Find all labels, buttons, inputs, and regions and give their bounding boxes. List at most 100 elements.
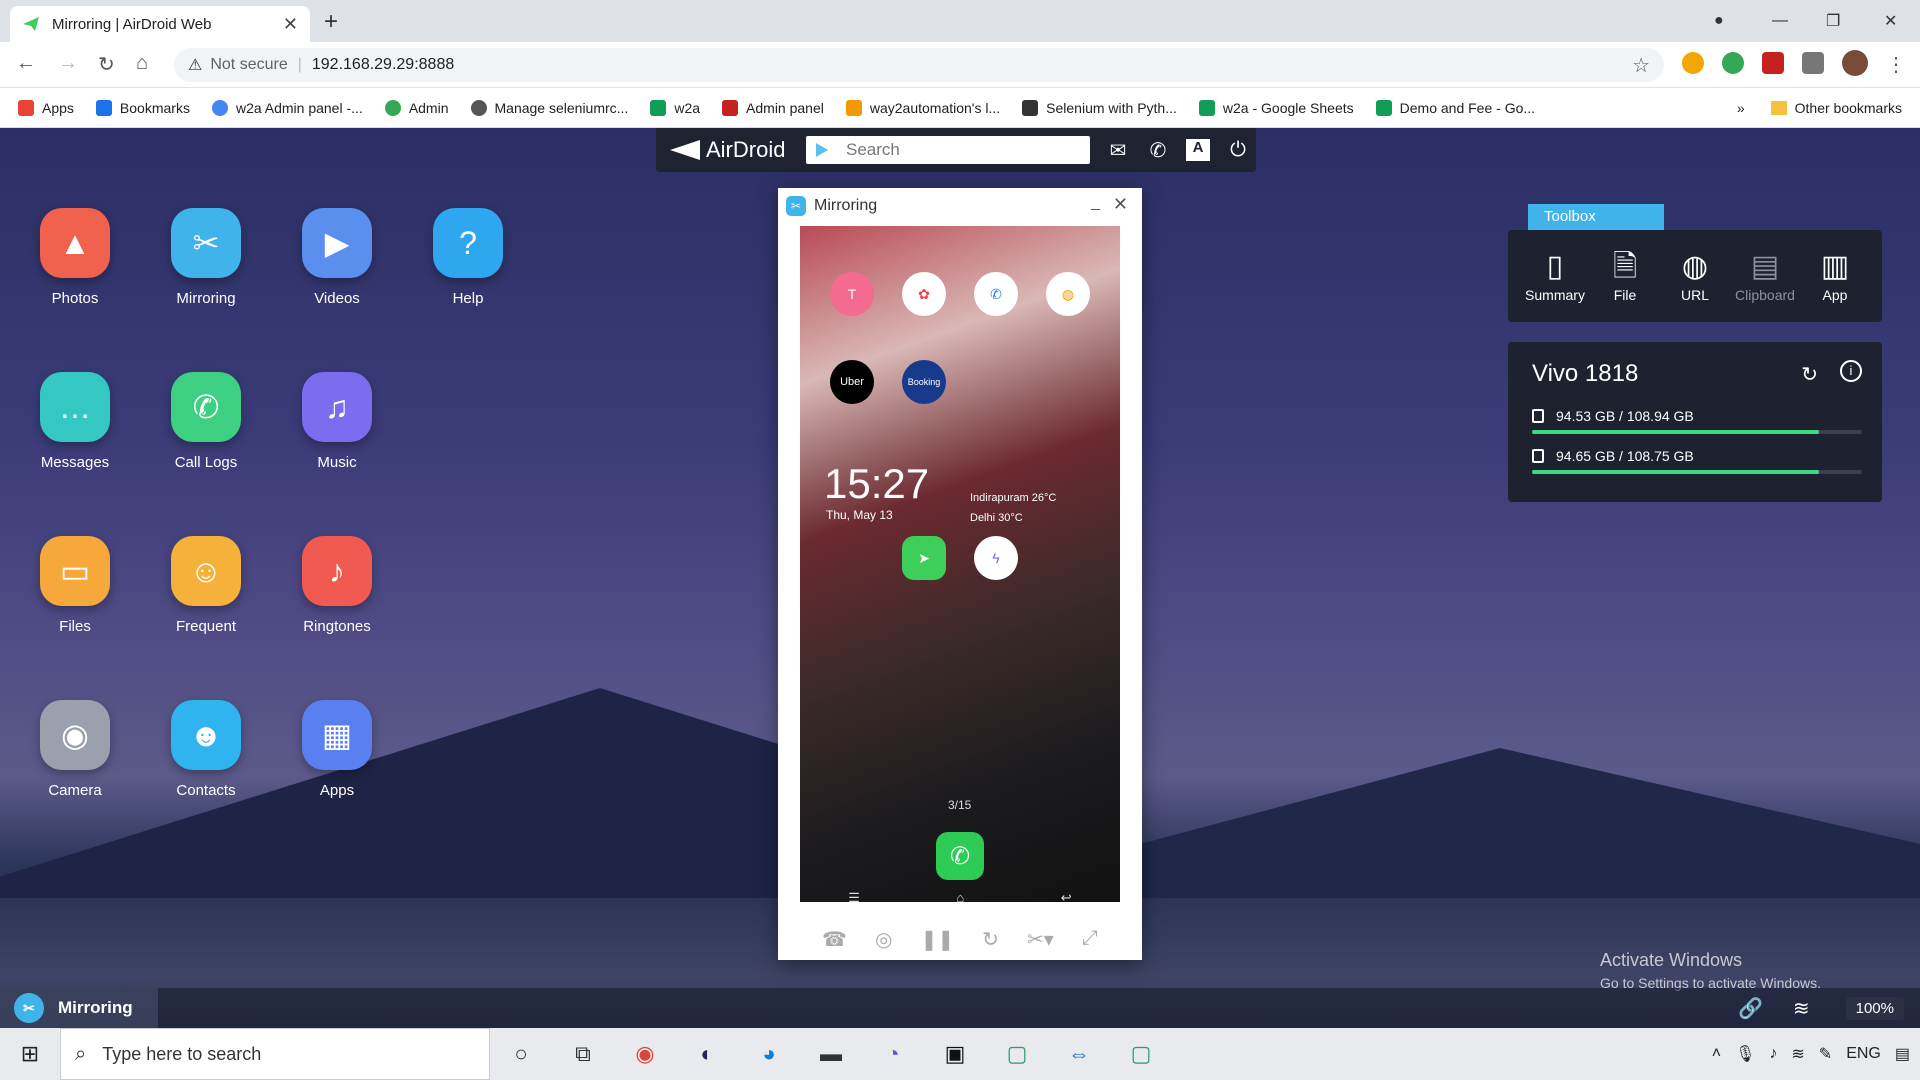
app-files[interactable]: ▭ Files [20, 536, 130, 635]
task-view-icon[interactable]: ⧉ [552, 1041, 614, 1067]
messenger-icon[interactable]: ϟ [974, 536, 1018, 580]
app-call-logs[interactable]: ✆ Call Logs [151, 372, 261, 471]
edge-icon[interactable]: ◕ [738, 1041, 800, 1067]
tips-icon[interactable]: T [830, 272, 874, 316]
browser-tab[interactable]: Mirroring | AirDroid Web ✕ [10, 6, 310, 42]
bookmark-item[interactable]: Selenium with Pyth... [1022, 99, 1177, 116]
terminal-icon[interactable]: ▬ [800, 1041, 862, 1067]
new-tab-button[interactable]: + [324, 8, 338, 36]
teamviewer-icon[interactable]: ⇔ [1048, 1041, 1110, 1067]
app-apps[interactable]: ▦ Apps [282, 700, 392, 799]
airdroid-app-icon[interactable]: ➤ [902, 536, 946, 580]
bookmark-item[interactable]: way2automation's l... [845, 99, 1000, 116]
camtasia-recorder-icon[interactable]: ▢ [1110, 1041, 1172, 1067]
app-videos[interactable]: ▶ Videos [282, 208, 392, 307]
toolbox-file[interactable]: 🗎 File [1594, 249, 1656, 303]
minimize-button[interactable]: _ [1091, 194, 1100, 212]
screenshot-scissors-icon[interactable]: ✂▾ [1027, 927, 1054, 952]
app-camera[interactable]: ◉ Camera [20, 700, 130, 799]
bookmark-item[interactable]: w2a - Google Sheets [1198, 99, 1354, 116]
power-icon[interactable]: ⏻ [1226, 139, 1250, 162]
app-messages[interactable]: … Messages [20, 372, 130, 471]
bookmark-item[interactable]: Admin panel [722, 99, 824, 116]
fullscreen-icon[interactable]: ⤢ [1082, 927, 1098, 952]
cortana-icon[interactable]: ○ [490, 1041, 552, 1067]
profile-menu-icon[interactable]: ● [1714, 0, 1724, 42]
extensions-puzzle-icon[interactable] [1802, 52, 1824, 74]
pycharm-icon[interactable]: ▣ [924, 1041, 986, 1067]
toolbox-summary[interactable]: ▯ Summary [1524, 249, 1586, 303]
home-icon[interactable]: ⌂ [136, 52, 148, 75]
bookmark-item[interactable]: Demo and Fee - Go... [1375, 99, 1535, 116]
bookmark-item[interactable]: w2a [650, 99, 700, 116]
toolbox-clipboard[interactable]: ▤ Clipboard [1734, 249, 1796, 303]
phone-icon[interactable]: ✆ [1146, 138, 1170, 163]
language-indicator[interactable]: ENG [1846, 1045, 1881, 1063]
bookmark-item[interactable]: w2a Admin panel -... [211, 99, 363, 116]
reload-icon[interactable]: ↻ [98, 52, 115, 77]
eclipse-icon[interactable]: ◐ [676, 1041, 738, 1067]
dock-phone-icon[interactable]: ✆ [936, 832, 984, 880]
bookmark-item[interactable]: Apps [18, 99, 74, 116]
search-input[interactable]: Search [806, 136, 1090, 164]
avatar[interactable] [1842, 50, 1868, 76]
extension-icon[interactable] [1722, 52, 1744, 74]
close-tab-icon[interactable]: ✕ [283, 14, 298, 35]
app-music[interactable]: ♫ Music [282, 372, 392, 471]
app-frequent[interactable]: ☺ Frequent [151, 536, 261, 635]
bookmark-star-icon[interactable]: ☆ [1632, 53, 1650, 78]
active-app-chip[interactable]: ✂ Mirroring [0, 988, 158, 1028]
mail-icon[interactable]: ✉ [1106, 138, 1130, 163]
app-help[interactable]: ? Help [413, 208, 523, 307]
bookmark-item[interactable]: Manage seleniumrc... [470, 99, 628, 116]
link-icon[interactable]: 🔗 [1738, 996, 1763, 1021]
toolbox-app[interactable]: ▥ App [1804, 249, 1866, 303]
restore-window-button[interactable]: ❐ [1826, 0, 1840, 42]
back-arrow-icon[interactable]: ← [16, 52, 36, 75]
app-ringtones[interactable]: ♪ Ringtones [282, 536, 392, 635]
refresh-icon[interactable]: ↻ [1801, 362, 1818, 387]
mirroring-window-header[interactable]: ✂ Mirroring _ ✕ [778, 188, 1142, 224]
toolbox-url[interactable]: ◍ URL [1664, 249, 1726, 303]
volume-icon[interactable]: ♪ [1769, 1045, 1777, 1063]
forward-arrow-icon[interactable]: → [58, 52, 78, 75]
eye-icon[interactable]: ◎ [875, 927, 892, 952]
back-icon[interactable]: ↩ [1061, 890, 1072, 902]
extension-icon[interactable] [1762, 52, 1784, 74]
chrome-menu-icon[interactable]: ⋮ [1886, 52, 1906, 77]
close-button[interactable]: ✕ [1113, 194, 1128, 215]
network-icon[interactable]: ≋ [1791, 1044, 1804, 1064]
address-bar[interactable]: ⚠ Not secure | 192.168.29.29:8888 ☆ [174, 48, 1664, 82]
pen-icon[interactable]: ✎ [1819, 1044, 1832, 1064]
chrome-icon[interactable]: ◉ [614, 1041, 676, 1067]
font-icon[interactable]: A [1186, 139, 1210, 161]
media-player-icon[interactable]: ◔ [862, 1041, 924, 1067]
assistant-icon[interactable]: ◍ [1046, 272, 1090, 316]
bookmark-item[interactable]: Bookmarks [95, 99, 190, 116]
gallery-icon[interactable]: ✿ [902, 272, 946, 316]
chevron-up-icon[interactable]: ˄ [1712, 1045, 1721, 1063]
close-window-button[interactable]: ✕ [1884, 0, 1897, 42]
taskbar-search-input[interactable]: ⌕ Type here to search [60, 1028, 490, 1080]
rotate-icon[interactable]: ↻ [982, 927, 999, 952]
home-icon[interactable]: ⌂ [956, 890, 964, 902]
menu-icon[interactable]: ☰ [848, 890, 860, 902]
pause-icon[interactable]: ❚❚ [921, 927, 955, 952]
phone-screen[interactable]: T ✿ ✆ ◍ Uber Booking 15:27 Thu, May 13 I… [800, 226, 1120, 902]
app-contacts[interactable]: ☻ Contacts [151, 700, 261, 799]
call-control-icon[interactable]: ☎ [822, 927, 847, 952]
microphone-icon[interactable]: 🎙 [1735, 1044, 1755, 1064]
windows-start-icon[interactable]: ⊞ [0, 1041, 60, 1067]
truecaller-icon[interactable]: ✆ [974, 272, 1018, 316]
info-icon[interactable]: i [1840, 360, 1862, 382]
uber-icon[interactable]: Uber [830, 360, 874, 404]
other-bookmarks[interactable]: Other bookmarks [1795, 100, 1902, 116]
extension-icon[interactable] [1682, 52, 1704, 74]
booking-icon[interactable]: Booking [902, 360, 946, 404]
minimize-window-button[interactable]: — [1772, 0, 1788, 42]
camtasia-icon[interactable]: ▢ [986, 1041, 1048, 1067]
bookmark-item[interactable]: Admin [384, 99, 449, 116]
more-bookmarks-button[interactable]: » [1737, 100, 1745, 116]
app-mirroring[interactable]: ✂ Mirroring [151, 208, 261, 307]
toolbox-tab[interactable]: Toolbox [1528, 204, 1664, 230]
